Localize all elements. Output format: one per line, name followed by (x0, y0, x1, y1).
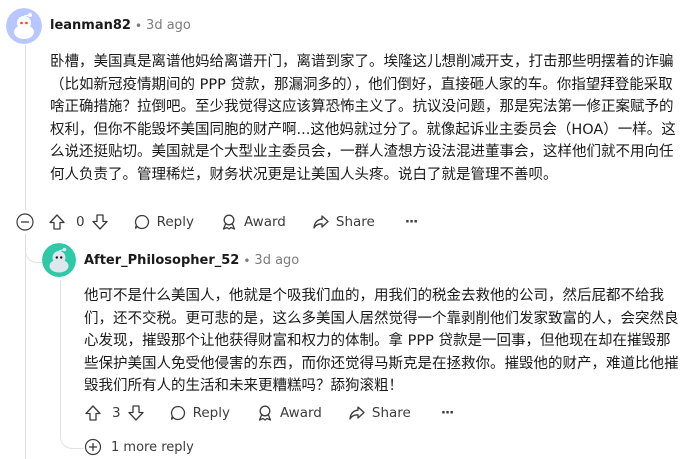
award-ribbon-icon (222, 214, 236, 230)
separator-dot: • (134, 18, 143, 33)
award-label: Award (279, 405, 322, 421)
comment-meta: After_Philosopher_52 • 3d ago (84, 253, 299, 268)
share-button[interactable]: Share (348, 404, 411, 422)
more-replies-button[interactable]: 1 more reply (84, 438, 194, 456)
thread-connector-more (60, 428, 83, 449)
more-options-button[interactable]: ··· (405, 214, 418, 230)
thread-line-main-lower (25, 234, 26, 459)
username[interactable]: After_Philosopher_52 (84, 253, 239, 268)
comment-body: 他可不是什么美国人，他就是个吸我们血的，用我们的税金去救他的公司，然后屁都不给我… (84, 288, 679, 395)
reply-label: Reply (192, 405, 230, 421)
share-label: Share (371, 405, 411, 421)
username[interactable]: leanman82 (50, 18, 131, 33)
thread-line-main (25, 45, 26, 210)
avatar[interactable] (6, 8, 42, 44)
collapse-minus-icon (16, 213, 34, 231)
timestamp[interactable]: 3d ago (146, 18, 191, 33)
upvote-button[interactable] (84, 404, 102, 422)
separator-dot: • (243, 253, 251, 268)
vote-score: 0 (76, 214, 85, 230)
share-button[interactable]: Share (312, 213, 375, 231)
award-button[interactable]: Award (256, 404, 322, 422)
award-button[interactable]: Award (220, 213, 286, 231)
comment-body: 卧槽，美国真是离谱他妈给离谱开门，离谱到家了。埃隆这儿想削减开支，打击那些明摆着… (50, 54, 676, 183)
share-arrow-icon (349, 406, 365, 420)
expand-plus-icon (84, 438, 102, 456)
upvote-button[interactable] (48, 213, 66, 231)
upvote-arrow-icon (85, 405, 101, 421)
thread-line-reply (60, 280, 61, 430)
vote-score: 3 (112, 405, 121, 421)
downvote-arrow-icon (127, 405, 144, 421)
comment-actions: 0 Reply Award Share ··· (48, 211, 418, 233)
collapse-button[interactable] (16, 213, 34, 235)
speech-bubble-icon (170, 405, 185, 421)
more-options-button[interactable]: ··· (441, 405, 454, 421)
share-arrow-icon (313, 215, 329, 229)
reply-button[interactable]: Reply (169, 404, 230, 422)
downvote-arrow-icon (91, 214, 108, 230)
avatar[interactable] (42, 243, 76, 277)
award-ribbon-icon (258, 405, 272, 421)
award-label: Award (243, 214, 286, 230)
downvote-button[interactable] (91, 213, 109, 231)
timestamp[interactable]: 3d ago (254, 253, 299, 268)
more-replies-label: 1 more reply (111, 439, 194, 455)
reply-label: Reply (156, 214, 194, 230)
comment-actions: 3 Reply Award Share ··· (84, 402, 454, 424)
downvote-button[interactable] (127, 404, 145, 422)
comment-meta: leanman82 • 3d ago (50, 18, 191, 33)
reply-button[interactable]: Reply (133, 213, 194, 231)
speech-bubble-icon (134, 214, 149, 230)
share-label: Share (335, 214, 375, 230)
upvote-arrow-icon (49, 214, 65, 230)
